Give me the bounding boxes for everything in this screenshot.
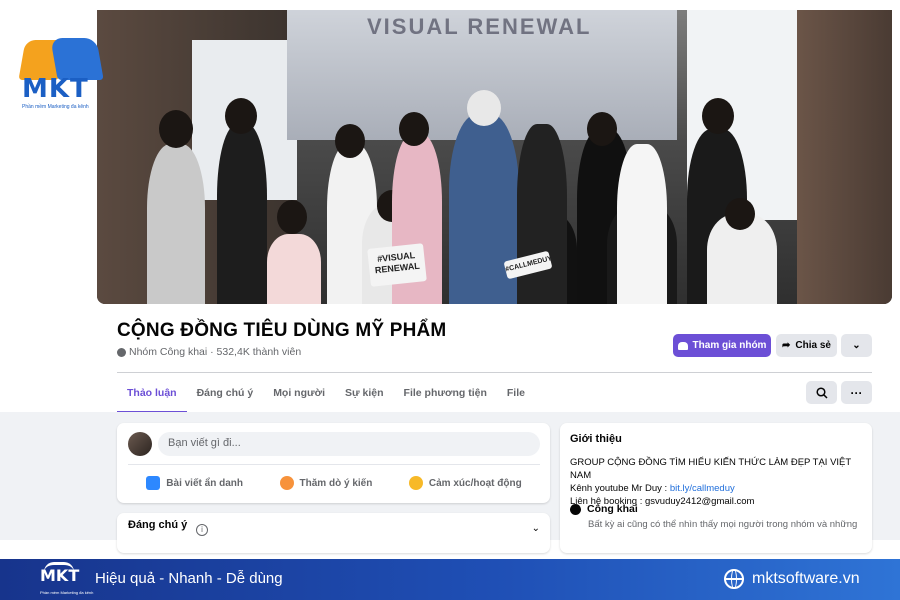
featured-section: Đáng chú ý i ⌄ [117, 513, 550, 553]
cover-head [702, 98, 734, 134]
public-globe-icon [570, 503, 581, 515]
poll-label: Thăm dò ý kiến [299, 477, 373, 489]
footer-website[interactable]: mktsoftware.vn [724, 569, 860, 589]
cover-head [467, 90, 501, 126]
about-line-1: GROUP CỘNG ĐỒNG TÌM HIỂU KIẾN THỨC LÀM Đ… [570, 457, 852, 481]
footer-logo-text: MKT [40, 566, 80, 585]
cover-person [617, 144, 667, 304]
featured-chevron-icon[interactable]: ⌄ [532, 523, 540, 534]
cover-head [335, 124, 365, 158]
footer-website-text: mktsoftware.vn [752, 570, 860, 587]
avatar[interactable] [128, 432, 152, 456]
cover-person [267, 234, 321, 304]
public-description: Bất kỳ ai cũng có thể nhìn thấy mọi ngườ… [588, 519, 858, 530]
public-title: Công khai [587, 503, 638, 515]
cover-head [225, 98, 257, 134]
tab-discussion[interactable]: Thảo luận [117, 381, 187, 413]
join-people-icon [677, 341, 688, 350]
group-meta-text: Nhóm Công khai · 532,4K thành viên [129, 346, 302, 358]
composer-divider [128, 464, 540, 465]
footer-logo-tagline: Phần mềm Marketing đa kênh [40, 590, 94, 595]
logo-text: MKT [22, 74, 89, 104]
search-button[interactable] [806, 381, 837, 404]
cover-head [587, 112, 617, 146]
anonymous-icon [146, 476, 161, 490]
feeling-icon [408, 476, 423, 490]
chevron-down-icon: ⌄ [852, 340, 861, 351]
cover-person [517, 124, 567, 304]
youtube-link[interactable]: bit.ly/callmeduy [670, 483, 735, 494]
cover-head [399, 112, 429, 146]
info-icon[interactable]: i [196, 524, 208, 536]
footer-logo: MKT Phần mềm Marketing đa kênh [40, 562, 93, 598]
poll-icon [279, 476, 294, 490]
poll-button[interactable]: Thăm dò ý kiến [279, 476, 373, 490]
about-line-2: Kênh youtube Mr Duy : bit.ly/callmeduy [570, 482, 866, 495]
feeling-label: Cảm xúc/hoạt động [428, 477, 522, 489]
join-group-button[interactable]: Tham gia nhóm [673, 334, 771, 357]
tab-events[interactable]: Sự kiện [335, 381, 394, 411]
tab-featured[interactable]: Đáng chú ý [187, 381, 264, 411]
group-tabs: Thảo luận Đáng chú ý Mọi người Sự kiện F… [117, 381, 535, 413]
cover-person [217, 124, 267, 304]
mkt-logo: MKT Phần mềm Marketing đa kênh [18, 36, 104, 112]
join-button-label: Tham gia nhóm [692, 340, 767, 351]
share-arrow-icon: ➦ [782, 340, 791, 351]
tab-files[interactable]: File [497, 381, 535, 411]
cover-head [277, 200, 307, 234]
cover-sign: #VISUAL RENEWAL [367, 243, 427, 287]
footer-slogan: Hiệu quả - Nhanh - Dễ dùng [95, 570, 283, 587]
share-button-label: Chia sẻ [795, 340, 831, 351]
anonymous-post-label: Bài viết ẩn danh [166, 477, 243, 489]
featured-title: Đáng chú ý [128, 519, 188, 531]
anonymous-post-button[interactable]: Bài viết ẩn danh [146, 476, 243, 490]
search-icon [815, 386, 828, 399]
cover-crowd [137, 90, 777, 304]
about-section: Giới thiệu GROUP CỘNG ĐỒNG TÌM HIỂU KIẾN… [560, 423, 872, 553]
more-options-button[interactable]: ··· [841, 381, 872, 404]
share-button[interactable]: ➦ Chia sẻ [776, 334, 837, 357]
feeling-activity-button[interactable]: Cảm xúc/hoạt động [408, 476, 522, 490]
footer-banner: MKT Phần mềm Marketing đa kênh Hiệu quả … [0, 559, 900, 600]
group-meta: Nhóm Công khai · 532,4K thành viên [117, 346, 301, 358]
dots-icon: ··· [850, 385, 863, 400]
post-composer: Bạn viết gì đi... Bài viết ẩn danh Thăm … [117, 423, 550, 503]
composer-actions: Bài viết ẩn danh Thăm dò ý kiến Cảm xúc/… [128, 470, 540, 496]
public-row: Công khai [570, 503, 638, 515]
logo-tagline: Phần mềm Marketing đa kênh [22, 104, 89, 110]
globe-icon [117, 347, 126, 357]
cover-head [159, 110, 193, 148]
header-divider [117, 372, 872, 373]
tab-media[interactable]: File phương tiện [394, 381, 497, 411]
more-chevron-button[interactable]: ⌄ [841, 334, 872, 357]
about-line-2-prefix: Kênh youtube Mr Duy : [570, 483, 670, 494]
group-title[interactable]: CỘNG ĐỒNG TIÊU DÙNG MỸ PHẨM [117, 320, 446, 342]
cover-person [147, 144, 205, 304]
cover-banner-text: VISUAL RENEWAL [367, 14, 592, 39]
cover-wall-right [797, 10, 892, 304]
cover-photo[interactable]: VISUAL RENEWAL #VISUAL RENEWAL #CALLMEDU… [97, 10, 892, 304]
globe-icon [724, 569, 744, 589]
tab-people[interactable]: Mọi người [263, 381, 335, 411]
about-title: Giới thiệu [570, 433, 622, 445]
cover-head [725, 198, 755, 230]
composer-input[interactable]: Bạn viết gì đi... [158, 432, 540, 456]
about-description: GROUP CỘNG ĐỒNG TÌM HIỂU KIẾN THỨC LÀM Đ… [570, 456, 866, 508]
